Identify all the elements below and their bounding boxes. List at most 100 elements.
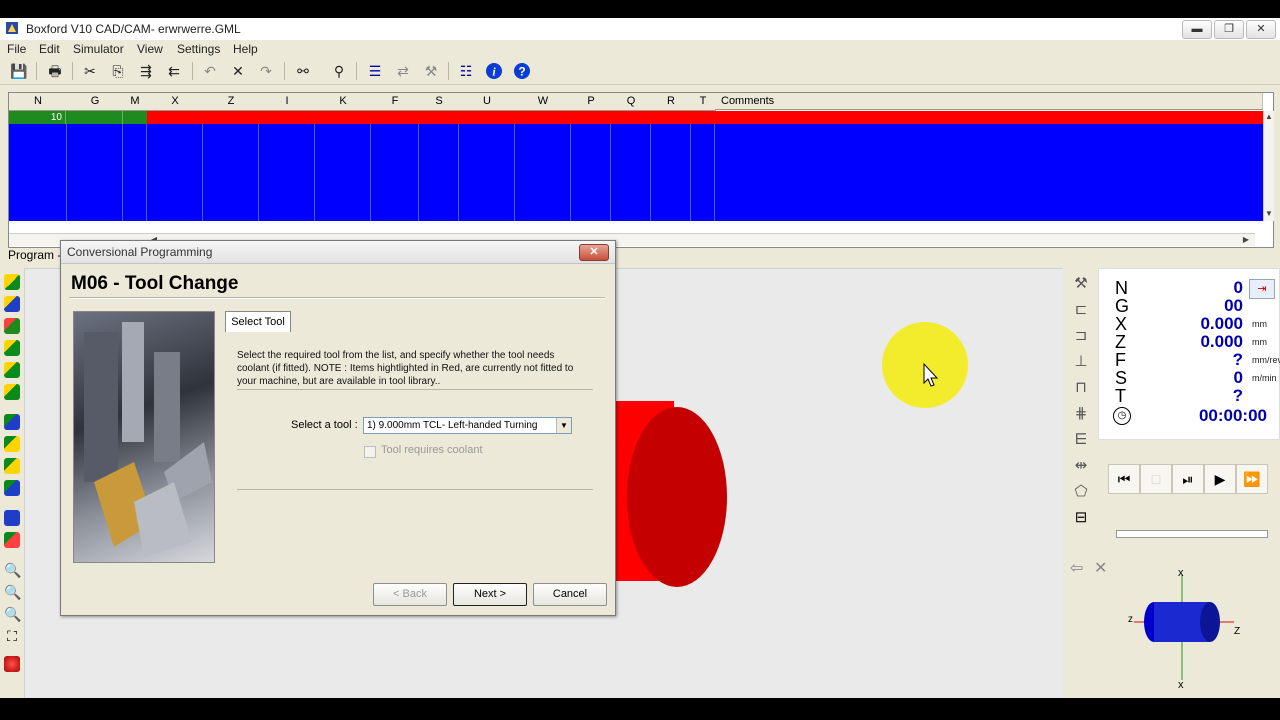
undo-icon[interactable]: ↶ bbox=[201, 62, 219, 80]
dialog-close-button[interactable]: ✕ bbox=[579, 244, 609, 261]
list-icon[interactable]: ☰ bbox=[366, 62, 384, 80]
face-icon[interactable]: ⊏ bbox=[1070, 300, 1092, 320]
cut-icon[interactable]: ✂ bbox=[81, 62, 99, 80]
draw-taper-icon[interactable] bbox=[4, 384, 20, 400]
turn-icon[interactable]: ⊐ bbox=[1070, 326, 1092, 346]
program-tab[interactable]: Program - bbox=[8, 248, 61, 262]
column-header-q[interactable]: Q bbox=[611, 93, 652, 111]
groove-icon[interactable]: ⊓ bbox=[1070, 378, 1092, 398]
save-icon[interactable]: 💾 bbox=[10, 62, 28, 80]
grid-vertical-scrollbar[interactable]: ▲ ▼ bbox=[1263, 111, 1274, 221]
column-header-p[interactable]: P bbox=[571, 93, 612, 111]
column-header-r[interactable]: R bbox=[651, 93, 692, 111]
indent-icon[interactable]: ⇶ bbox=[137, 62, 155, 80]
cell-g[interactable] bbox=[67, 111, 123, 124]
copy-icon[interactable]: ⎘ bbox=[109, 62, 127, 80]
print-icon[interactable]: 🖶 bbox=[46, 62, 64, 80]
column-header-f[interactable]: F bbox=[371, 93, 420, 111]
redo-icon[interactable]: ↷ bbox=[257, 62, 275, 80]
part-off-icon[interactable]: ⇹ bbox=[1070, 456, 1092, 476]
cycle-turning-icon[interactable] bbox=[4, 436, 20, 452]
stop-icon[interactable]: □ bbox=[1140, 464, 1172, 494]
zoom-out-icon[interactable]: 🔍 bbox=[4, 584, 21, 600]
chamfer-icon[interactable]: ⬠ bbox=[1070, 482, 1092, 502]
dialog-title-bar[interactable]: Conversional Programming ✕ bbox=[61, 241, 615, 264]
dro-value-s: 0 bbox=[1233, 368, 1243, 387]
column-header-x[interactable]: X bbox=[147, 93, 204, 111]
thread-icon[interactable]: ⋕ bbox=[1070, 404, 1092, 424]
program-grid[interactable]: N G M X Z I K F S U W P Q R T Comments 1… bbox=[8, 92, 1274, 248]
menu-bar: File Edit Simulator View Settings Help bbox=[0, 40, 1280, 58]
menu-help[interactable]: Help bbox=[233, 42, 258, 56]
tailstock-icon[interactable]: ⊟ bbox=[1070, 508, 1092, 528]
step-icon[interactable]: ⏯ bbox=[1172, 464, 1204, 494]
help-icon[interactable]: ? bbox=[513, 62, 531, 80]
next-button[interactable]: Next > bbox=[453, 583, 527, 606]
draw-radius-icon[interactable] bbox=[4, 362, 20, 378]
view-list-icon[interactable]: ☷ bbox=[457, 62, 475, 80]
column-header-w[interactable]: W bbox=[515, 93, 572, 111]
zoom-window-icon[interactable]: 🔍 bbox=[4, 606, 21, 622]
info-icon[interactable]: i bbox=[485, 62, 503, 80]
svg-text:?: ? bbox=[518, 65, 525, 79]
find-icon[interactable]: ⚯ bbox=[294, 62, 312, 80]
outdent-icon[interactable]: ⇇ bbox=[165, 62, 183, 80]
stop-icon[interactable] bbox=[4, 656, 20, 672]
scroll-right-icon[interactable]: ▶ bbox=[1241, 234, 1251, 246]
column-header-k[interactable]: K bbox=[315, 93, 372, 111]
scroll-up-icon[interactable]: ▲ bbox=[1264, 111, 1274, 123]
draw-arc-icon[interactable] bbox=[4, 318, 20, 334]
column-header-s[interactable]: S bbox=[419, 93, 460, 111]
tab-select-tool[interactable]: Select Tool bbox=[225, 311, 291, 332]
column-header-comments[interactable]: Comments bbox=[715, 93, 1263, 110]
grid-column-t bbox=[691, 111, 715, 221]
cancel-button[interactable]: Cancel bbox=[533, 583, 607, 606]
column-header-i[interactable]: I bbox=[259, 93, 316, 111]
draw-point-icon[interactable] bbox=[4, 274, 20, 290]
column-header-z[interactable]: Z bbox=[203, 93, 260, 111]
back-arrow-icon[interactable]: ⇦ bbox=[1070, 558, 1083, 578]
column-header-t[interactable]: T bbox=[691, 93, 716, 111]
drill-icon[interactable]: ⊥ bbox=[1070, 352, 1092, 372]
menu-file[interactable]: File bbox=[7, 42, 26, 56]
play-icon[interactable]: ▶ bbox=[1204, 464, 1236, 494]
zoom-fit-icon[interactable]: ⛶ bbox=[4, 628, 20, 644]
column-header-u[interactable]: U bbox=[459, 93, 516, 111]
table-row-remaining-cells[interactable] bbox=[147, 111, 1263, 124]
tool-change-icon[interactable]: ⚒ bbox=[1070, 274, 1092, 294]
cycle-threading-icon[interactable] bbox=[4, 480, 20, 496]
close-view-icon[interactable]: ✕ bbox=[1094, 558, 1107, 578]
find-replace-icon[interactable]: ⚲ bbox=[330, 62, 348, 80]
menu-simulator[interactable]: Simulator bbox=[73, 42, 124, 56]
coolant-checkbox[interactable] bbox=[364, 446, 376, 458]
tool-library-icon[interactable] bbox=[4, 532, 20, 548]
speed-slider[interactable] bbox=[1116, 530, 1268, 538]
rewind-icon[interactable]: ⏮ bbox=[1108, 464, 1140, 494]
scroll-down-icon[interactable]: ▼ bbox=[1264, 208, 1274, 220]
close-window-button[interactable]: ✕ bbox=[1246, 20, 1276, 39]
column-header-g[interactable]: G bbox=[67, 93, 124, 111]
tools-icon[interactable]: ⚒ bbox=[422, 62, 440, 80]
bore-icon[interactable]: ⋿ bbox=[1070, 430, 1092, 450]
back-button[interactable]: < Back bbox=[373, 583, 447, 606]
maximize-button[interactable]: ❐ bbox=[1214, 20, 1244, 39]
draw-chamfer-icon[interactable] bbox=[4, 340, 20, 356]
column-header-n[interactable]: N bbox=[9, 93, 68, 111]
menu-settings[interactable]: Settings bbox=[177, 42, 220, 56]
stock-icon[interactable] bbox=[4, 510, 20, 526]
chevron-down-icon[interactable]: ▼ bbox=[556, 418, 571, 433]
delete-icon[interactable]: ✕ bbox=[229, 62, 247, 80]
cell-n[interactable]: 10 bbox=[9, 111, 66, 124]
transform-icon[interactable]: ⇄ bbox=[394, 62, 412, 80]
menu-edit[interactable]: Edit bbox=[39, 42, 60, 56]
zoom-in-icon[interactable]: 🔍 bbox=[4, 562, 21, 578]
menu-view[interactable]: View bbox=[137, 42, 163, 56]
draw-line-icon[interactable] bbox=[4, 296, 20, 312]
cycle-drilling-icon[interactable] bbox=[4, 458, 20, 474]
reset-n-icon[interactable]: ⇥ bbox=[1249, 279, 1275, 299]
cycle-facing-icon[interactable] bbox=[4, 414, 20, 430]
tool-select[interactable]: 1) 9.000mm TCL- Left-handed Turning ▼ bbox=[363, 417, 572, 434]
column-header-m[interactable]: M bbox=[123, 93, 148, 111]
minimize-button[interactable]: ▬ bbox=[1182, 20, 1212, 39]
fast-forward-icon[interactable]: ⏩ bbox=[1236, 464, 1268, 494]
